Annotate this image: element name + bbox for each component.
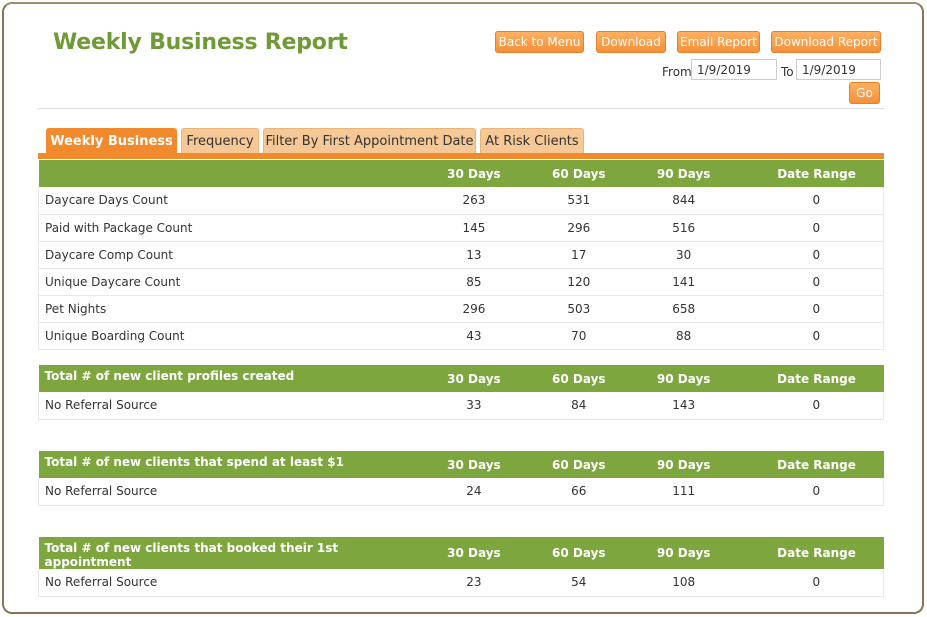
cell-date-range: 0 [749, 392, 884, 420]
to-label: To [781, 65, 794, 79]
back-to-menu-button[interactable]: Back to Menu [495, 31, 584, 53]
col-60-days: 60 Days [539, 537, 618, 569]
cell-90-days: 844 [617, 187, 750, 215]
table-title: Total # of new clients that spend at lea… [38, 451, 408, 478]
table-row: Unique Daycare Count 85 120 141 0 [37, 268, 884, 296]
row-label: Daycare Days Count [37, 187, 408, 215]
cell-60-days: 17 [539, 241, 618, 269]
download-button[interactable]: Download [596, 31, 666, 53]
cell-60-days: 54 [539, 569, 618, 597]
cell-30-days: 33 [407, 392, 540, 420]
col-60-days: 60 Days [539, 160, 618, 187]
col-30-days: 30 Days [407, 365, 540, 392]
col-date-range: Date Range [749, 451, 884, 478]
table-title [38, 160, 408, 187]
col-date-range: Date Range [749, 160, 884, 187]
cell-30-days: 263 [407, 187, 540, 215]
table-header-row: Total # of new client profiles created 3… [38, 365, 884, 392]
cell-60-days: 531 [539, 187, 618, 215]
cell-date-range: 0 [749, 268, 884, 296]
row-label: No Referral Source [38, 569, 408, 597]
row-label: Unique Daycare Count [37, 268, 408, 296]
cell-60-days: 296 [539, 214, 618, 242]
cell-30-days: 23 [408, 569, 540, 597]
tab-frequency[interactable]: Frequency [181, 128, 259, 154]
go-button[interactable]: Go [849, 82, 880, 104]
table-header-row: 30 Days 60 Days 90 Days Date Range [38, 160, 884, 187]
to-date-input[interactable] [796, 59, 881, 80]
col-30-days: 30 Days [408, 537, 540, 569]
col-90-days: 90 Days [617, 451, 750, 478]
row-label: No Referral Source [37, 478, 408, 506]
table-header-row: Total # of new clients that spend at lea… [38, 451, 884, 478]
cell-90-days: 658 [617, 295, 750, 323]
cell-30-days: 43 [407, 322, 540, 350]
table-row: Unique Boarding Count 43 70 88 0 [37, 322, 884, 350]
col-60-days: 60 Days [539, 451, 618, 478]
cell-30-days: 13 [407, 241, 540, 269]
col-90-days: 90 Days [617, 365, 750, 392]
cell-60-days: 120 [539, 268, 618, 296]
new-profiles-table: Total # of new client profiles created 3… [37, 365, 884, 420]
from-label: From [662, 65, 692, 79]
tab-filter-by-first-appointment-date[interactable]: Filter By First Appointment Date [263, 128, 476, 154]
row-label: Unique Boarding Count [37, 322, 408, 350]
table-header-row: Total # of new clients that booked their… [38, 537, 884, 569]
cell-90-days: 516 [617, 214, 750, 242]
cell-60-days: 503 [539, 295, 618, 323]
table-row: Pet Nights 296 503 658 0 [37, 295, 884, 323]
row-label: Pet Nights [37, 295, 408, 323]
header-divider [38, 108, 884, 109]
col-30-days: 30 Days [407, 160, 540, 187]
row-label: Daycare Comp Count [37, 241, 408, 269]
cell-30-days: 296 [407, 295, 540, 323]
cell-date-range: 0 [749, 295, 884, 323]
cell-date-range: 0 [749, 187, 884, 215]
cell-date-range: 0 [749, 569, 884, 597]
cell-30-days: 145 [407, 214, 540, 242]
tab-weekly-business[interactable]: Weekly Business [46, 128, 177, 154]
cell-60-days: 70 [539, 322, 618, 350]
cell-90-days: 30 [617, 241, 750, 269]
cell-90-days: 111 [617, 478, 750, 506]
cell-date-range: 0 [749, 214, 884, 242]
spend-clients-table: Total # of new clients that spend at lea… [37, 451, 884, 506]
email-report-button[interactable]: Email Report [677, 31, 760, 53]
tab-underline [38, 153, 884, 159]
cell-60-days: 66 [539, 478, 618, 506]
table-title: Total # of new client profiles created [38, 365, 408, 392]
table-row: No Referral Source 23 54 108 0 [38, 569, 884, 597]
table-row: No Referral Source 33 84 143 0 [37, 392, 884, 420]
page-title: Weekly Business Report [53, 30, 348, 55]
col-90-days: 90 Days [617, 537, 750, 569]
table-row: Paid with Package Count 145 296 516 0 [37, 214, 884, 242]
col-date-range: Date Range [749, 365, 884, 392]
col-date-range: Date Range [749, 537, 884, 569]
col-90-days: 90 Days [617, 160, 750, 187]
table-title: Total # of new clients that booked their… [38, 537, 408, 569]
col-30-days: 30 Days [407, 451, 540, 478]
cell-date-range: 0 [749, 478, 884, 506]
cell-90-days: 88 [617, 322, 750, 350]
table-row: No Referral Source 24 66 111 0 [37, 478, 884, 506]
download-report-button[interactable]: Download Report [771, 31, 881, 53]
tab-at-risk-clients[interactable]: At Risk Clients [480, 128, 584, 154]
cell-60-days: 84 [539, 392, 618, 420]
cell-date-range: 0 [749, 241, 884, 269]
col-60-days: 60 Days [539, 365, 618, 392]
row-label: No Referral Source [37, 392, 408, 420]
table-row: Daycare Days Count 263 531 844 0 [37, 187, 884, 215]
booked-clients-table: Total # of new clients that booked their… [38, 537, 884, 597]
row-label: Paid with Package Count [37, 214, 408, 242]
from-date-input[interactable] [691, 59, 777, 80]
table-row: Daycare Comp Count 13 17 30 0 [37, 241, 884, 269]
cell-date-range: 0 [749, 322, 884, 350]
cell-90-days: 141 [617, 268, 750, 296]
cell-90-days: 143 [617, 392, 750, 420]
cell-30-days: 85 [407, 268, 540, 296]
cell-90-days: 108 [617, 569, 750, 597]
weekly-business-table: 30 Days 60 Days 90 Days Date Range Dayca… [37, 160, 884, 350]
cell-30-days: 24 [407, 478, 540, 506]
